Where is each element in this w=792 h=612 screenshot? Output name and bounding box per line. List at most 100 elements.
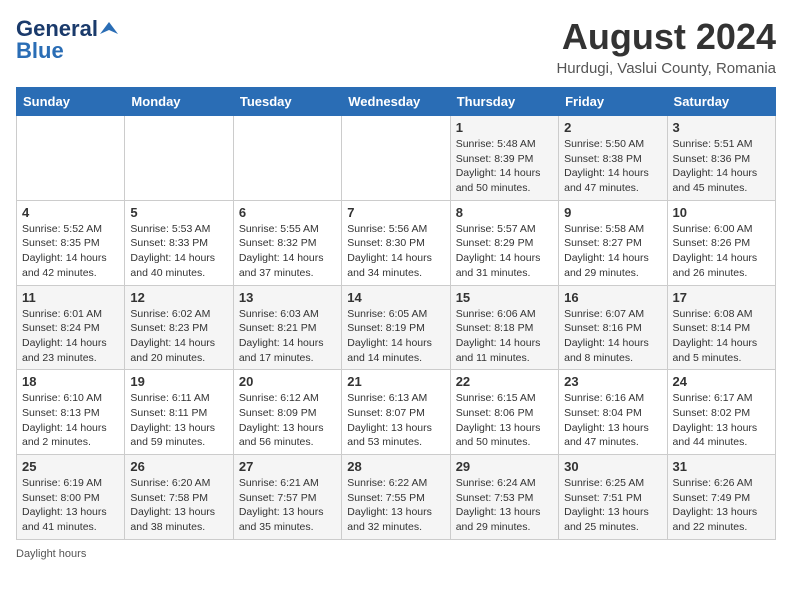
calendar: SundayMondayTuesdayWednesdayThursdayFrid… xyxy=(16,87,776,540)
day-number: 10 xyxy=(673,205,770,220)
day-cell-16: 16 Sunrise: 6:07 AMSunset: 8:16 PMDayligh… xyxy=(559,285,667,370)
day-number: 3 xyxy=(673,120,770,135)
day-number: 5 xyxy=(130,205,227,220)
day-info: Sunrise: 5:58 AMSunset: 8:27 PMDaylight:… xyxy=(564,222,661,281)
weekday-header-monday: Monday xyxy=(125,88,233,116)
day-cell-15: 15 Sunrise: 6:06 AMSunset: 8:18 PMDayligh… xyxy=(450,285,558,370)
day-number: 23 xyxy=(564,374,661,389)
day-info: Sunrise: 6:22 AMSunset: 7:55 PMDaylight:… xyxy=(347,476,444,535)
weekday-header-thursday: Thursday xyxy=(450,88,558,116)
weekday-header-sunday: Sunday xyxy=(17,88,125,116)
weekday-header-friday: Friday xyxy=(559,88,667,116)
day-info: Sunrise: 6:02 AMSunset: 8:23 PMDaylight:… xyxy=(130,307,227,366)
day-info: Sunrise: 6:24 AMSunset: 7:53 PMDaylight:… xyxy=(456,476,553,535)
day-cell-21: 21Sunrise: 6:13 AMSunset: 8:07 PMDayligh… xyxy=(342,370,450,455)
day-cell-18: 18 Sunrise: 6:10 AMSunset: 8:13 PMDayligh… xyxy=(17,370,125,455)
day-info: Sunrise: 6:05 AMSunset: 8:19 PMDaylight:… xyxy=(347,307,444,366)
footer: Daylight hours xyxy=(16,548,776,560)
day-cell-22: 22Sunrise: 6:15 AMSunset: 8:06 PMDayligh… xyxy=(450,370,558,455)
day-info: Sunrise: 6:03 AMSunset: 8:21 PMDaylight:… xyxy=(239,307,336,366)
day-info: Sunrise: 5:48 AMSunset: 8:39 PMDaylight:… xyxy=(456,137,553,196)
day-cell-28: 28Sunrise: 6:22 AMSunset: 7:55 PMDayligh… xyxy=(342,455,450,540)
day-cell-24: 24Sunrise: 6:17 AMSunset: 8:02 PMDayligh… xyxy=(667,370,775,455)
day-cell-12: 12 Sunrise: 6:02 AMSunset: 8:23 PMDayligh… xyxy=(125,285,233,370)
day-cell-13: 13 Sunrise: 6:03 AMSunset: 8:21 PMDayligh… xyxy=(233,285,341,370)
weekday-header-wednesday: Wednesday xyxy=(342,88,450,116)
day-info: Sunrise: 6:15 AMSunset: 8:06 PMDaylight:… xyxy=(456,391,553,450)
day-cell-20: 20Sunrise: 6:12 AMSunset: 8:09 PMDayligh… xyxy=(233,370,341,455)
day-number: 20 xyxy=(239,374,336,389)
day-number: 17 xyxy=(673,290,770,305)
day-number: 7 xyxy=(347,205,444,220)
title-area: August 2024 Hurdugi, Vaslui County, Roma… xyxy=(556,16,776,77)
empty-cell xyxy=(233,116,341,201)
day-number: 12 xyxy=(130,290,227,305)
day-cell-25: 25Sunrise: 6:19 AMSunset: 8:00 PMDayligh… xyxy=(17,455,125,540)
day-number: 29 xyxy=(456,459,553,474)
day-number: 1 xyxy=(456,120,553,135)
week-row-1: 1 Sunrise: 5:48 AMSunset: 8:39 PMDaylight… xyxy=(17,116,776,201)
day-cell-7: 7 Sunrise: 5:56 AMSunset: 8:30 PMDaylight… xyxy=(342,200,450,285)
day-number: 15 xyxy=(456,290,553,305)
day-number: 4 xyxy=(22,205,119,220)
day-cell-4: 4 Sunrise: 5:52 AMSunset: 8:35 PMDaylight… xyxy=(17,200,125,285)
day-info: Sunrise: 6:07 AMSunset: 8:16 PMDaylight:… xyxy=(564,307,661,366)
day-info: Sunrise: 5:50 AMSunset: 8:38 PMDaylight:… xyxy=(564,137,661,196)
day-number: 11 xyxy=(22,290,119,305)
day-number: 13 xyxy=(239,290,336,305)
day-cell-10: 10 Sunrise: 6:00 AMSunset: 8:26 PMDayligh… xyxy=(667,200,775,285)
day-info: Sunrise: 6:25 AMSunset: 7:51 PMDaylight:… xyxy=(564,476,661,535)
week-row-2: 4 Sunrise: 5:52 AMSunset: 8:35 PMDaylight… xyxy=(17,200,776,285)
day-cell-19: 19 Sunrise: 6:11 AMSunset: 8:11 PMDayligh… xyxy=(125,370,233,455)
location: Hurdugi, Vaslui County, Romania xyxy=(556,60,776,77)
logo-bird-icon xyxy=(100,20,118,38)
day-cell-1: 1 Sunrise: 5:48 AMSunset: 8:39 PMDaylight… xyxy=(450,116,558,201)
day-number: 21 xyxy=(347,374,444,389)
day-number: 2 xyxy=(564,120,661,135)
day-info: Sunrise: 5:52 AMSunset: 8:35 PMDaylight:… xyxy=(22,222,119,281)
day-cell-23: 23Sunrise: 6:16 AMSunset: 8:04 PMDayligh… xyxy=(559,370,667,455)
logo: General Blue xyxy=(16,16,118,64)
logo-blue-text: Blue xyxy=(16,38,64,64)
day-cell-31: 31 Sunrise: 6:26 AMSunset: 7:49 PMDayligh… xyxy=(667,455,775,540)
day-info: Sunrise: 6:01 AMSunset: 8:24 PMDaylight:… xyxy=(22,307,119,366)
day-number: 18 xyxy=(22,374,119,389)
day-info: Sunrise: 6:26 AMSunset: 7:49 PMDaylight:… xyxy=(673,476,770,535)
day-cell-17: 17 Sunrise: 6:08 AMSunset: 8:14 PMDayligh… xyxy=(667,285,775,370)
day-number: 9 xyxy=(564,205,661,220)
day-info: Sunrise: 5:55 AMSunset: 8:32 PMDaylight:… xyxy=(239,222,336,281)
day-number: 19 xyxy=(130,374,227,389)
day-info: Sunrise: 6:19 AMSunset: 8:00 PMDaylight:… xyxy=(22,476,119,535)
day-number: 24 xyxy=(673,374,770,389)
day-info: Sunrise: 5:56 AMSunset: 8:30 PMDaylight:… xyxy=(347,222,444,281)
day-cell-5: 5Sunrise: 5:53 AMSunset: 8:33 PMDaylight… xyxy=(125,200,233,285)
day-cell-2: 2 Sunrise: 5:50 AMSunset: 8:38 PMDaylight… xyxy=(559,116,667,201)
day-number: 14 xyxy=(347,290,444,305)
day-info: Sunrise: 6:08 AMSunset: 8:14 PMDaylight:… xyxy=(673,307,770,366)
day-cell-9: 9 Sunrise: 5:58 AMSunset: 8:27 PMDaylight… xyxy=(559,200,667,285)
week-row-4: 18 Sunrise: 6:10 AMSunset: 8:13 PMDayligh… xyxy=(17,370,776,455)
day-cell-11: 11 Sunrise: 6:01 AMSunset: 8:24 PMDayligh… xyxy=(17,285,125,370)
empty-cell xyxy=(342,116,450,201)
day-info: Sunrise: 6:20 AMSunset: 7:58 PMDaylight:… xyxy=(130,476,227,535)
day-number: 30 xyxy=(564,459,661,474)
empty-cell xyxy=(125,116,233,201)
day-cell-14: 14 Sunrise: 6:05 AMSunset: 8:19 PMDayligh… xyxy=(342,285,450,370)
day-info: Sunrise: 6:10 AMSunset: 8:13 PMDaylight:… xyxy=(22,391,119,450)
day-cell-26: 26Sunrise: 6:20 AMSunset: 7:58 PMDayligh… xyxy=(125,455,233,540)
weekday-header-row: SundayMondayTuesdayWednesdayThursdayFrid… xyxy=(17,88,776,116)
weekday-header-tuesday: Tuesday xyxy=(233,88,341,116)
day-cell-6: 6Sunrise: 5:55 AMSunset: 8:32 PMDaylight… xyxy=(233,200,341,285)
day-info: Sunrise: 6:11 AMSunset: 8:11 PMDaylight:… xyxy=(130,391,227,450)
day-number: 27 xyxy=(239,459,336,474)
day-info: Sunrise: 5:57 AMSunset: 8:29 PMDaylight:… xyxy=(456,222,553,281)
day-number: 16 xyxy=(564,290,661,305)
day-cell-3: 3 Sunrise: 5:51 AMSunset: 8:36 PMDaylight… xyxy=(667,116,775,201)
day-info: Sunrise: 5:51 AMSunset: 8:36 PMDaylight:… xyxy=(673,137,770,196)
day-cell-29: 29 Sunrise: 6:24 AMSunset: 7:53 PMDayligh… xyxy=(450,455,558,540)
day-number: 31 xyxy=(673,459,770,474)
day-info: Sunrise: 6:21 AMSunset: 7:57 PMDaylight:… xyxy=(239,476,336,535)
day-info: Sunrise: 6:06 AMSunset: 8:18 PMDaylight:… xyxy=(456,307,553,366)
header: General Blue August 2024 Hurdugi, Vaslui… xyxy=(16,16,776,77)
day-info: Sunrise: 6:00 AMSunset: 8:26 PMDaylight:… xyxy=(673,222,770,281)
